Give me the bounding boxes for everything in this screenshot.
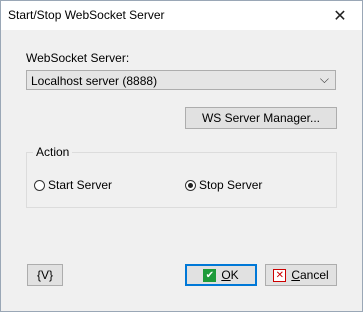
check-icon: ✔: [203, 268, 217, 282]
websocket-server-value: Localhost server (8888): [31, 74, 158, 88]
cancel-icon: ✕: [273, 268, 287, 282]
start-server-label: Start Server: [48, 178, 113, 192]
cancel-button[interactable]: ✕ Cancel: [265, 264, 337, 286]
ws-server-manager-button[interactable]: WS Server Manager...: [185, 107, 337, 129]
ok-button[interactable]: ✔ OK: [185, 264, 257, 286]
chevron-down-icon[interactable]: ⌵: [320, 72, 329, 87]
close-icon[interactable]: ✕: [318, 1, 362, 30]
ok-label: OK: [221, 268, 239, 282]
action-group-label: Action: [33, 145, 73, 159]
stop-server-label: Stop Server: [199, 178, 263, 192]
variables-button[interactable]: {V}: [27, 264, 63, 286]
dialog-window: Start/Stop WebSocket Server ✕ WebSocket …: [0, 0, 363, 312]
stop-server-radio[interactable]: [185, 179, 196, 191]
start-server-radio[interactable]: [34, 179, 45, 191]
cancel-label: Cancel: [291, 268, 329, 282]
websocket-server-select[interactable]: Localhost server (8888) ⌵: [26, 70, 336, 90]
title-bar: Start/Stop WebSocket Server ✕: [1, 1, 362, 30]
start-server-option[interactable]: Start Server: [34, 178, 112, 192]
websocket-server-label: WebSocket Server:: [26, 51, 130, 65]
stop-server-option[interactable]: Stop Server: [185, 178, 262, 192]
window-title: Start/Stop WebSocket Server: [8, 8, 165, 22]
